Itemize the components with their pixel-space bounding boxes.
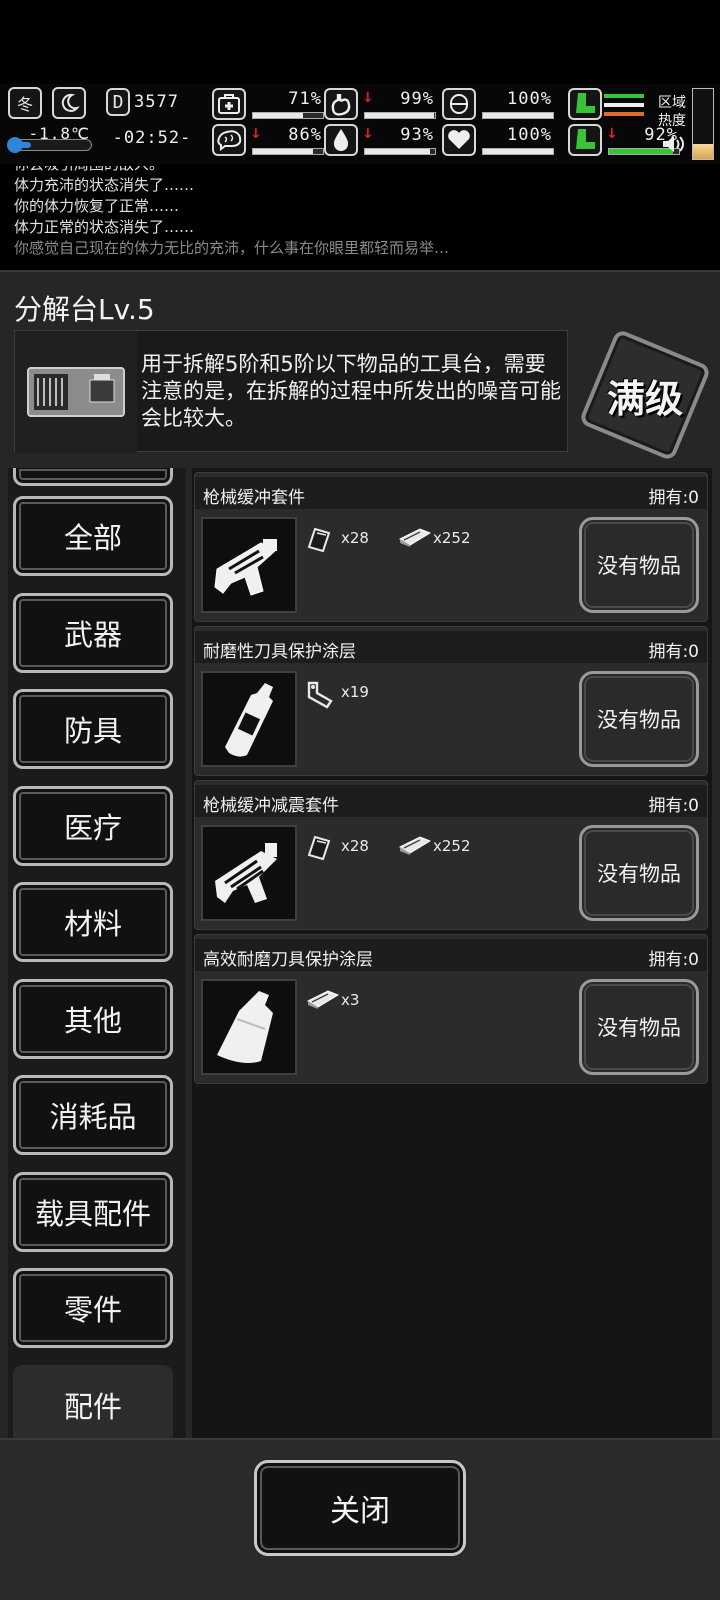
material-item: x28 <box>305 525 369 553</box>
stat-value: 71% <box>288 89 322 109</box>
recipe-card: 耐磨性刀具保护涂层 拥有:0 x19 没有物品 <box>194 626 708 776</box>
gun-shock-kit-icon <box>201 825 297 921</box>
material-item: x19 <box>305 679 369 709</box>
category-button-hidden[interactable] <box>13 468 173 486</box>
gun-buffer-kit-icon <box>201 517 297 613</box>
stat-bar <box>364 148 436 155</box>
recipe-name: 高效耐磨刀具保护涂层 <box>203 950 373 970</box>
heart-icon <box>442 124 476 156</box>
equipment-stripes-icon <box>604 92 644 118</box>
steel-bar-icon <box>397 833 432 859</box>
disassembly-panel: 分解台Lv.5 用于拆解5阶和5阶以下物品的工具台，需要注意的是，在拆解的过程中… <box>0 270 720 1600</box>
category-button-2[interactable]: 防具 <box>13 689 173 769</box>
metal-plate-icon <box>305 833 339 861</box>
recipe-card: 高效耐磨刀具保护涂层 拥有:0 x3 没有物品 <box>194 934 708 1084</box>
material-qty: x28 <box>341 837 369 855</box>
recipe-name: 枪械缓冲减震套件 <box>203 796 339 816</box>
stomach-icon <box>324 88 358 120</box>
stat-value: 100% <box>507 125 552 145</box>
game-clock: -02:52- <box>112 128 192 148</box>
max-level-badge: 满级 <box>578 328 712 462</box>
material-qty: x3 <box>341 991 360 1009</box>
no-item-button[interactable]: 没有物品 <box>579 979 699 1075</box>
brain-icon <box>212 124 246 156</box>
stat-bar <box>364 112 436 119</box>
description-text: 用于拆解5阶和5阶以下物品的工具台，需要注意的是，在拆解的过程中所发出的噪音可能… <box>141 352 561 430</box>
category-button-6[interactable]: 消耗品 <box>13 1075 173 1155</box>
boot-icon <box>568 124 602 156</box>
owned-count: 拥有:0 <box>648 796 699 816</box>
category-button-5[interactable]: 其他 <box>13 978 173 1059</box>
status-hud: 冬 -1.8℃ D 3577 -02:52- 71% ↓ 99% 100% ↓ 86% ↓ 9… <box>0 84 720 164</box>
material-item: x28 <box>305 833 369 861</box>
medkit-icon <box>212 88 246 120</box>
panel-title: 分解台Lv.5 <box>14 293 155 326</box>
stat-bar <box>252 148 324 155</box>
water-drop-icon <box>324 124 358 156</box>
owned-count: 拥有:0 <box>648 642 699 662</box>
zone-heat-label: 区域 热度 <box>658 95 686 129</box>
stat-value: 99% <box>400 89 434 109</box>
stat-bar <box>482 112 554 119</box>
recipe-name: 耐磨性刀具保护涂层 <box>203 642 356 662</box>
steel-bar-icon <box>397 525 432 551</box>
material-qty: x28 <box>341 529 369 547</box>
recipe-header: 枪械缓冲套件 拥有:0 <box>195 477 707 509</box>
material-item: x252 <box>397 833 471 859</box>
temperature-value: -1.8℃ <box>28 124 90 143</box>
boot-icon <box>568 88 602 120</box>
day-count: 3577 <box>134 92 179 112</box>
material-qty: x19 <box>341 683 369 701</box>
workbench-description: 用于拆解5阶和5阶以下物品的工具台，需要注意的是，在拆解的过程中所发出的噪音可能… <box>14 330 568 453</box>
material-qty: x252 <box>433 837 471 855</box>
recipe-card: 枪械缓冲减震套件 拥有:0 x28 x252 没有物品 <box>194 780 708 930</box>
recipe-header: 高效耐磨刀具保护涂层 拥有:0 <box>195 939 707 971</box>
close-button[interactable]: 关闭 <box>254 1460 466 1556</box>
recipe-header: 耐磨性刀具保护涂层 拥有:0 <box>195 631 707 663</box>
category-button-7[interactable]: 载具配件 <box>13 1171 173 1252</box>
stat-value: 100% <box>507 89 552 109</box>
stat-bar <box>252 112 324 119</box>
category-button-4[interactable]: 材料 <box>13 882 173 962</box>
category-sidebar[interactable]: 全部武器防具医疗材料其他消耗品载具配件零件配件 <box>8 468 186 1468</box>
recipe-list[interactable]: 枪械缓冲套件 拥有:0 x28 x252 没有物品 耐磨性刀具保护涂层 拥有:0 x19 没有物… <box>192 468 712 1468</box>
category-button-0[interactable]: 全部 <box>13 496 173 576</box>
speaker-icon[interactable] <box>660 132 686 156</box>
recipe-name: 枪械缓冲套件 <box>203 488 305 508</box>
no-item-button[interactable]: 没有物品 <box>579 825 699 921</box>
log-line: 你感觉自己现在的体力无比的充沛，什么事在你眼里都轻而易举… <box>14 239 450 257</box>
coating-bottle-icon <box>201 671 297 767</box>
workbench-image <box>15 331 137 453</box>
metal-plate-icon <box>305 525 339 553</box>
stat-value: 93% <box>400 125 434 145</box>
recipe-header: 枪械缓冲减震套件 拥有:0 <box>195 785 707 817</box>
owned-count: 拥有:0 <box>648 950 699 970</box>
pipe-fitting-icon <box>305 679 339 709</box>
category-button-9[interactable]: 配件 <box>13 1364 173 1445</box>
recipe-card: 枪械缓冲套件 拥有:0 x28 x252 没有物品 <box>194 472 708 622</box>
category-button-1[interactable]: 武器 <box>13 592 173 673</box>
material-item: x252 <box>397 525 471 551</box>
log-line: 你的体力恢复了正常…… <box>14 197 180 215</box>
material-qty: x252 <box>433 529 471 547</box>
bottom-bar: 关闭 <box>0 1438 720 1600</box>
stat-value: 86% <box>288 125 322 145</box>
no-item-button[interactable]: 没有物品 <box>579 671 699 767</box>
message-log: 你会吸引周围的敌人。 体力充沛的状态消失了…… 你的体力恢复了正常…… 体力正常… <box>0 166 720 266</box>
steel-bar-icon <box>305 987 340 1013</box>
zone-heat-meter <box>692 88 714 160</box>
material-item: x3 <box>305 987 359 1013</box>
season-icon: 冬 <box>8 87 42 119</box>
category-button-3[interactable]: 医疗 <box>13 785 173 866</box>
no-item-button[interactable]: 没有物品 <box>579 517 699 613</box>
log-line: 体力充沛的状态消失了…… <box>14 176 195 194</box>
category-button-8[interactable]: 零件 <box>13 1268 173 1348</box>
log-line: 体力正常的状态消失了…… <box>14 218 195 236</box>
stat-bar <box>482 148 554 155</box>
coating-can-icon <box>201 979 297 1075</box>
moon-icon <box>52 87 86 119</box>
log-line: 你会吸引周围的敌人。 <box>14 166 720 175</box>
owned-count: 拥有:0 <box>648 488 699 508</box>
lung-icon <box>442 88 476 120</box>
